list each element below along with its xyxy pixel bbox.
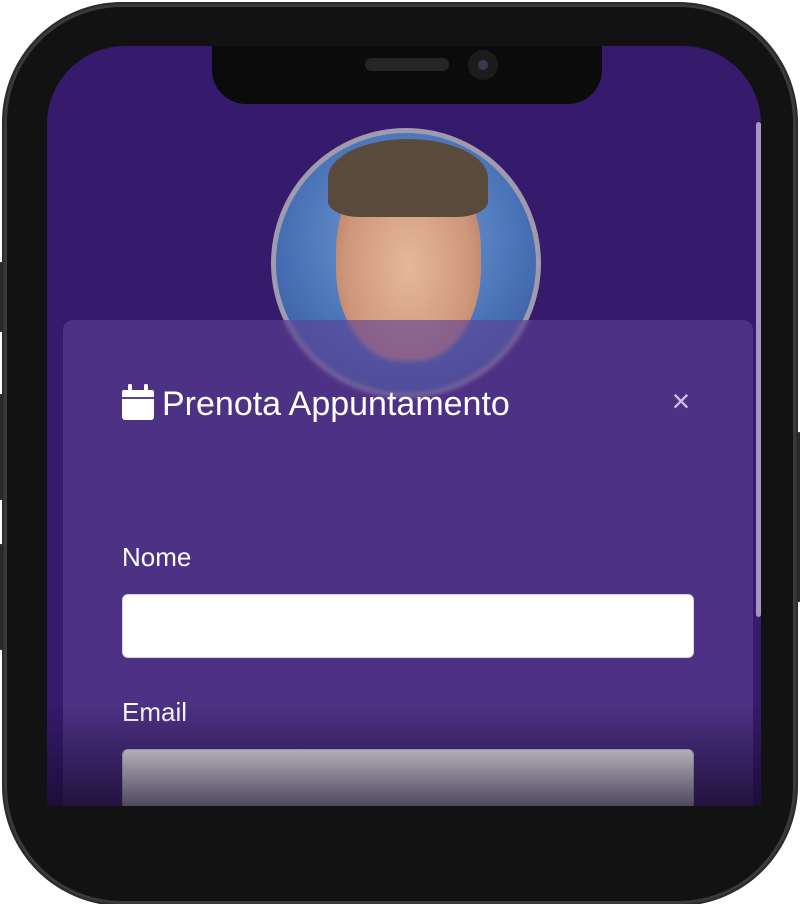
phone-power-button: [796, 432, 800, 602]
phone-screen: Prenota Appuntamento × Nome Email: [47, 46, 761, 806]
scrollbar[interactable]: [756, 122, 761, 617]
phone-volume-up-button: [0, 394, 4, 500]
phone-notch: [212, 46, 602, 104]
close-icon[interactable]: ×: [666, 385, 696, 417]
name-input[interactable]: [122, 594, 694, 658]
speaker-grille: [365, 58, 449, 71]
modal-title: Prenota Appuntamento: [162, 385, 510, 423]
modal-header: Prenota Appuntamento: [122, 384, 510, 425]
phone-frame: Prenota Appuntamento × Nome Email: [0, 4, 800, 904]
name-label: Nome: [122, 542, 192, 572]
calendar-icon: [122, 384, 154, 425]
email-label: Email: [122, 697, 188, 727]
booking-modal: Prenota Appuntamento × Nome Email: [63, 320, 753, 806]
phone-side-button: [0, 262, 4, 332]
email-input[interactable]: [122, 749, 694, 806]
phone-volume-down-button: [0, 544, 4, 650]
avatar-hair: [328, 139, 488, 217]
front-camera: [468, 50, 498, 80]
